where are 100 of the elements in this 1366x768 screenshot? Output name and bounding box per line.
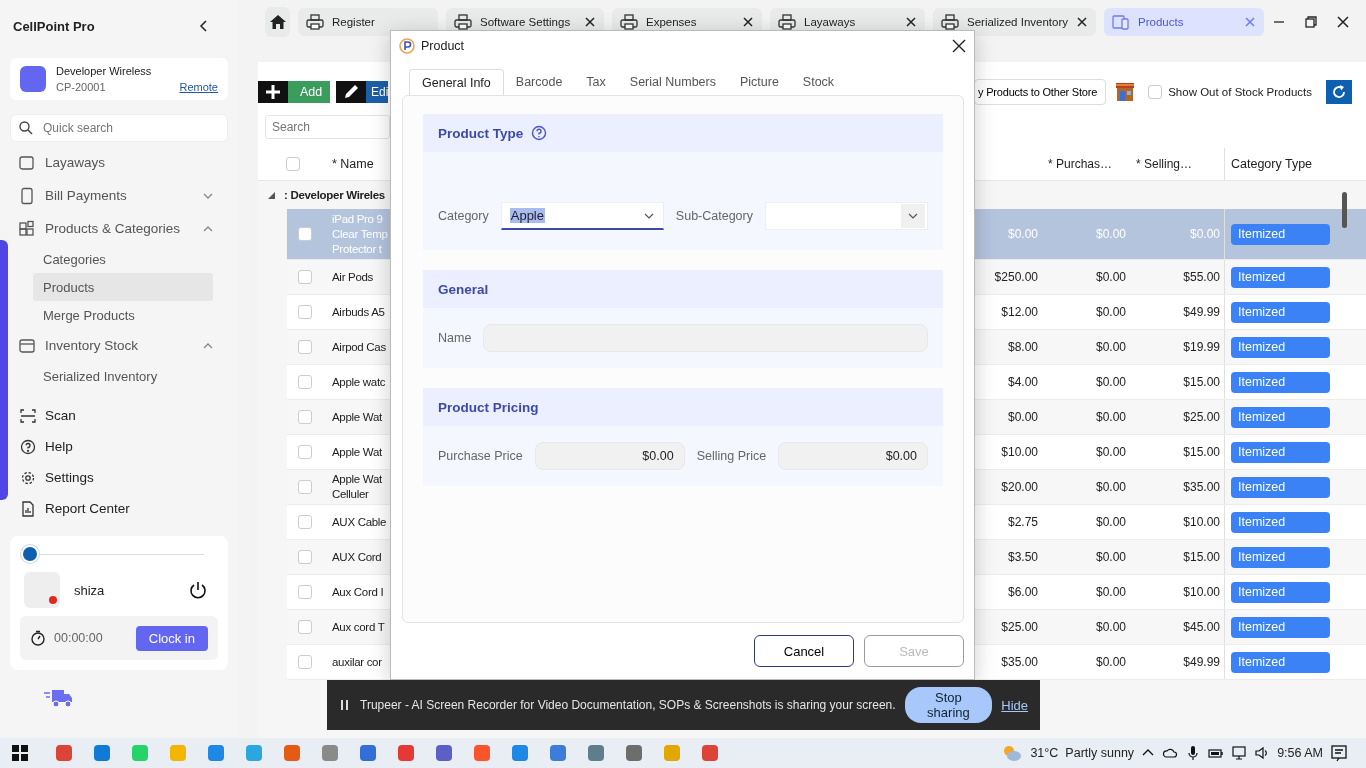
checkbox[interactable] [298,620,312,634]
column-header[interactable]: * Purchas… [1042,157,1130,171]
app-icon[interactable] [434,743,454,763]
checkbox[interactable] [298,270,312,284]
purchase-price-field[interactable]: $0.00 [534,442,685,470]
edit-button[interactable]: Edi [336,81,388,103]
tab[interactable]: Picture [727,69,791,95]
store-icon[interactable] [1114,82,1137,102]
column-header[interactable]: * Selling… [1130,157,1224,171]
checkbox[interactable] [298,655,312,669]
tab[interactable]: Barcode [503,69,575,95]
help-icon[interactable] [531,125,548,141]
nav-subitem[interactable]: Products [33,273,213,301]
checkbox[interactable] [298,305,312,319]
column-header[interactable]: Category Type [1224,148,1336,180]
app-icon[interactable] [548,743,568,763]
checkbox[interactable] [298,585,312,599]
windows-icon[interactable] [11,744,29,762]
app-icon[interactable] [54,743,74,763]
checkbox[interactable] [298,445,312,459]
cancel-button[interactable]: Cancel [754,635,854,667]
copy-products-button[interactable]: y Products to Other Store [974,79,1107,105]
nav-item[interactable]: Report Center [10,493,228,524]
app-icon[interactable] [700,743,720,763]
nav-item[interactable]: Products & Categories [10,212,228,245]
selling-price-field[interactable]: $0.00 [778,442,928,470]
restore-icon[interactable] [1304,15,1318,29]
app-icon[interactable] [320,743,340,763]
power-icon[interactable] [188,580,208,600]
refresh-button[interactable] [1326,80,1352,104]
field-label: Sub-Category [675,209,753,223]
tab[interactable]: General Info [409,69,504,95]
close-icon[interactable] [584,16,596,28]
remote-link[interactable]: Remote [179,81,218,93]
checkbox[interactable] [1148,85,1163,99]
table-cell-text: Air Pods [332,269,375,285]
app-icon[interactable] [92,743,112,763]
checkbox[interactable] [286,157,300,171]
app-icon[interactable] [510,743,530,763]
checkbox[interactable] [298,550,312,564]
quick-search-field[interactable]: Quick search [10,114,228,142]
nav-subitem[interactable]: Categories [33,245,213,273]
notifications-icon[interactable] [1330,744,1348,762]
app-icon[interactable] [624,743,644,763]
app-title: CellPoint Pro [13,18,95,34]
nav-item[interactable]: Settings [10,462,228,493]
table-cell: $25.00 [1001,620,1038,634]
tab[interactable]: Tax [574,69,618,95]
tab[interactable]: Stock [790,69,847,95]
app-icon[interactable] [282,743,302,763]
tab[interactable]: Register [298,8,438,36]
close-icon[interactable] [952,39,966,53]
checkbox[interactable] [298,410,312,424]
nav-item[interactable]: Bill Payments [10,179,228,212]
category-tag: Itemized [1231,476,1330,498]
nav-subitem[interactable]: Merge Products [33,301,213,329]
pause-icon[interactable] [339,699,351,711]
checkbox[interactable] [298,480,312,494]
collapse-icon[interactable] [266,190,276,200]
app-icon[interactable] [244,743,264,763]
search-field[interactable]: Search [265,115,390,139]
home-button[interactable] [265,7,290,37]
close-icon[interactable] [742,16,754,28]
hide-link[interactable]: Hide [1001,697,1028,713]
close-icon[interactable] [1076,16,1088,28]
app-icon[interactable] [206,743,226,763]
nav-item[interactable]: Inventory Stock [10,329,228,362]
scan-icon [20,407,36,424]
table-cell: $20.00 [1001,480,1038,494]
table-cell: $12.00 [1001,305,1038,319]
app-icon[interactable] [586,743,606,763]
tab[interactable]: Products [1104,8,1264,36]
tab[interactable]: Serialized Inventory [933,8,1096,36]
table-cell: $55.00 [1183,270,1220,284]
table-cell-text: Airpod Cas [332,339,387,355]
search-icon [18,120,34,136]
nav-item[interactable]: Scan [10,400,228,431]
chevron-icon [901,204,925,228]
column-header[interactable]: * Name [328,157,390,171]
checkbox[interactable] [298,340,312,354]
category-select[interactable]: Apple [500,202,664,230]
stopwatch-icon [30,630,46,646]
devices-icon [1112,13,1130,31]
stop-sharing-button[interactable]: Stop sharing [904,687,993,723]
close-icon[interactable] [1336,15,1350,29]
nav-item[interactable]: Help [10,431,228,462]
close-icon[interactable] [905,16,917,28]
app-icon[interactable] [358,743,378,763]
nav-item[interactable]: Layaways [10,146,228,179]
table-cell: $0.00 [1095,375,1126,389]
nav-subitem[interactable]: Serialized Inventory [33,362,213,390]
out-of-stock-toggle[interactable]: Show Out of Stock Products [1148,85,1312,99]
clock-in-button[interactable]: Clock in [135,625,208,651]
app-icon[interactable] [472,743,492,763]
tab[interactable]: Serial Numbers [617,69,728,95]
app-icon[interactable] [396,743,416,763]
field-label: Purchase Price [438,449,523,463]
checkbox[interactable] [298,375,312,389]
checkbox[interactable] [298,227,312,241]
checkbox[interactable] [298,515,312,529]
